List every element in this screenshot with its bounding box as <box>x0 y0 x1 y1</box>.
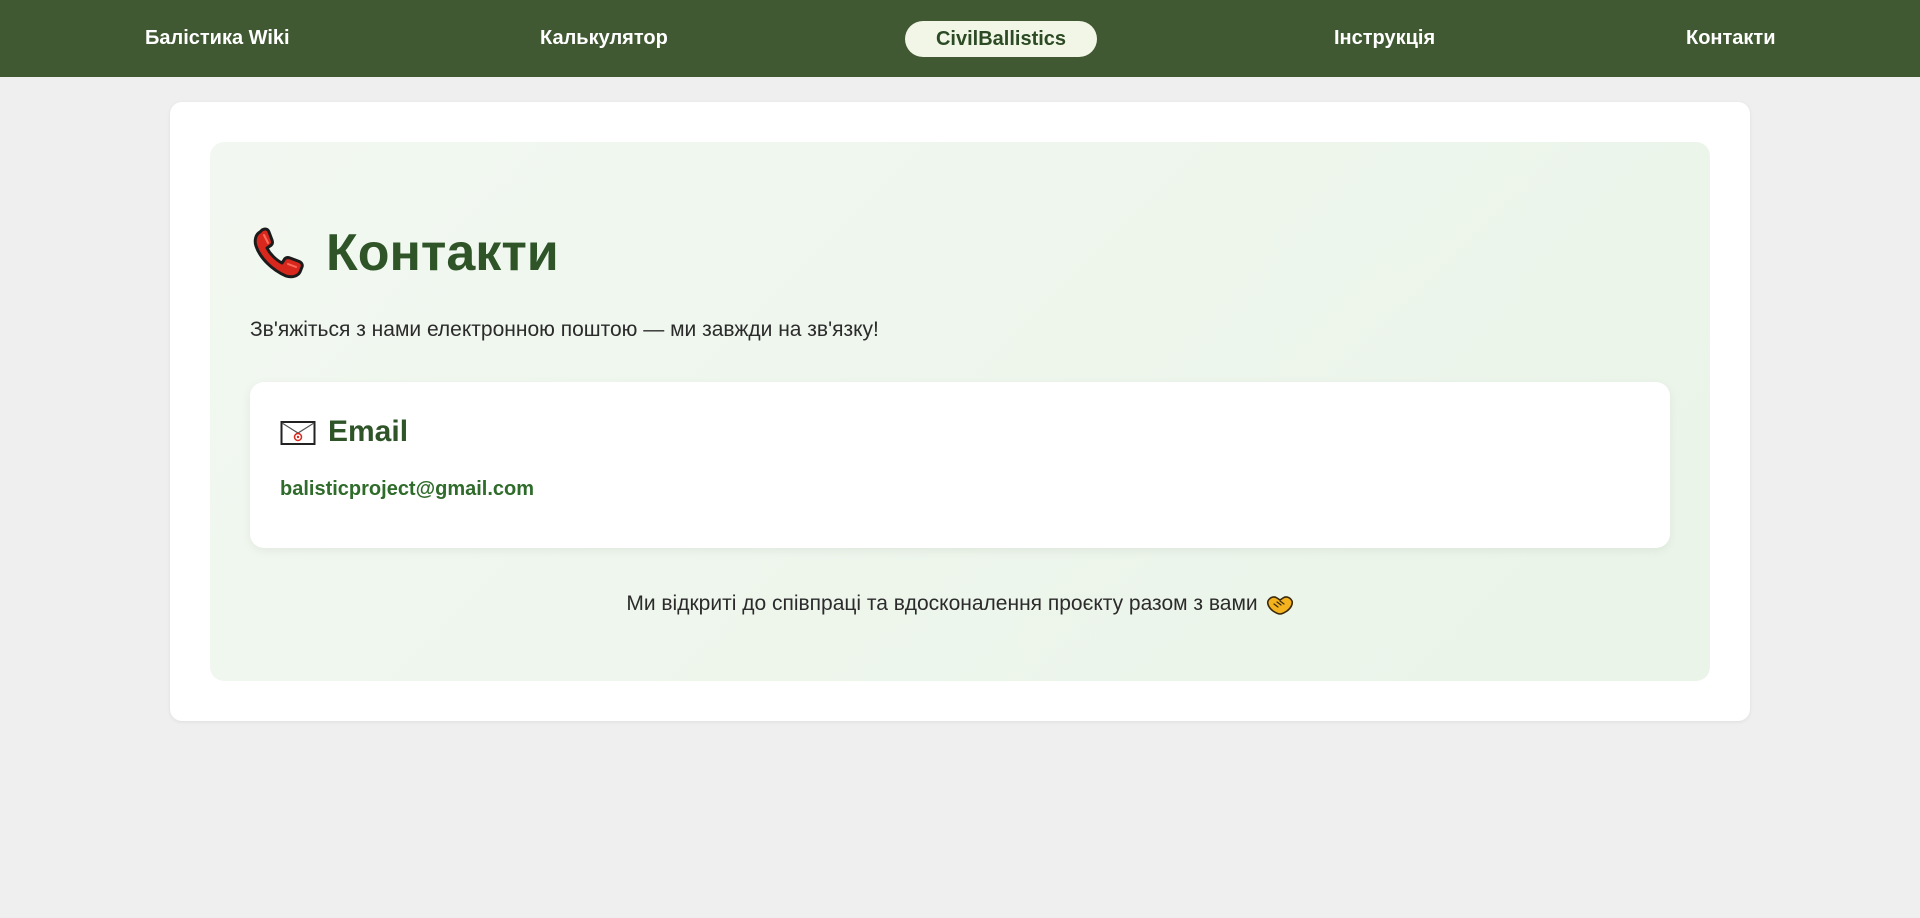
page-title: Контакти <box>250 218 559 288</box>
email-heading: Email <box>280 414 408 450</box>
handshake-icon <box>1266 592 1294 616</box>
email-card: Email balisticproject@gmail.com <box>250 382 1670 548</box>
nav-link-ballistics-wiki[interactable]: Балістика Wiki <box>145 25 290 51</box>
top-navigation: Балістика Wiki Калькулятор CivilBallisti… <box>0 0 1920 77</box>
nav-brand-civilballistics[interactable]: CivilBallistics <box>905 21 1097 57</box>
email-address-link[interactable]: balisticproject@gmail.com <box>280 476 534 502</box>
email-heading-text: Email <box>328 415 409 448</box>
footer-note-text: Ми відкриті до співпраці та вдосконаленн… <box>626 592 1258 615</box>
page-title-text: Контакти <box>326 224 559 282</box>
contacts-panel: Контакти Зв'яжіться з нами електронною п… <box>210 142 1710 681</box>
content-card: Контакти Зв'яжіться з нами електронною п… <box>170 102 1750 721</box>
nav-link-calculator[interactable]: Калькулятор <box>540 25 668 51</box>
envelope-icon <box>280 419 316 445</box>
intro-text: Зв'яжіться з нами електронною поштою — м… <box>250 318 879 341</box>
nav-link-instructions[interactable]: Інструкція <box>1334 25 1435 51</box>
phone-icon <box>250 224 308 282</box>
footer-note: Ми відкриті до співпраці та вдосконаленн… <box>210 590 1710 618</box>
nav-link-contacts[interactable]: Контакти <box>1686 25 1776 51</box>
